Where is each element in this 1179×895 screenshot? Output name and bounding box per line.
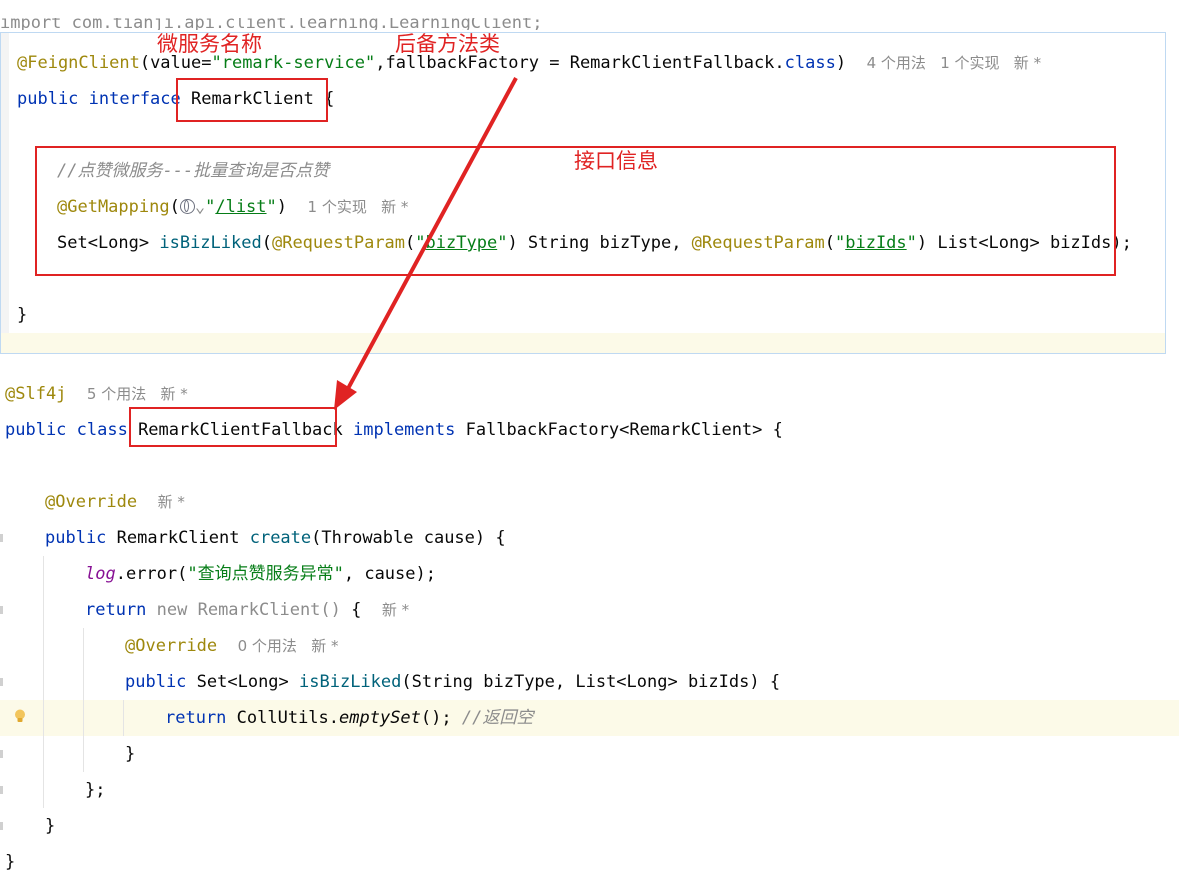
red-arrow bbox=[334, 77, 518, 410]
